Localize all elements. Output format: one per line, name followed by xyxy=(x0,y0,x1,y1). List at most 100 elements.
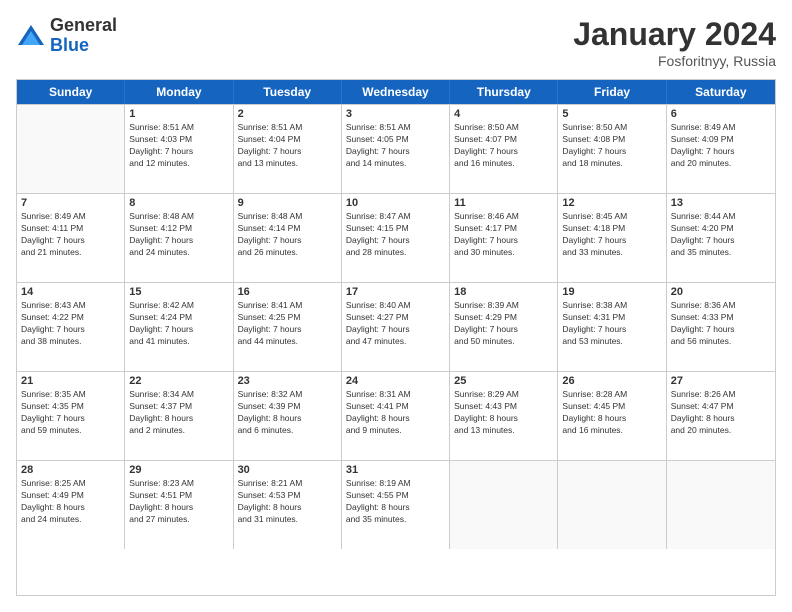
calendar-cell: 4Sunrise: 8:50 AM Sunset: 4:07 PM Daylig… xyxy=(450,105,558,193)
calendar-cell: 10 Sunrise: 8:47 AM Sunset: 4:15 PM Dayli… xyxy=(342,194,450,282)
calendar-cell xyxy=(667,461,775,549)
logo-icon xyxy=(16,21,46,51)
day-info: Sunrise: 8:38 AM Sunset: 4:31 PM Dayligh… xyxy=(562,300,661,348)
calendar-header: SundayMondayTuesdayWednesdayThursdayFrid… xyxy=(17,80,775,104)
day-number: 30 xyxy=(238,464,337,476)
day-number: 24 xyxy=(346,375,445,387)
location: Fosforitnyy, Russia xyxy=(573,53,776,69)
day-info: Sunrise: 8:49 AM Sunset: 4:09 PM Dayligh… xyxy=(671,122,771,170)
day-number: 28 xyxy=(21,464,120,476)
logo-text: General Blue xyxy=(50,16,117,56)
calendar-cell: 2 Sunrise: 8:51 AM Sunset: 4:04 PM Daylig… xyxy=(234,105,342,193)
day-info: Sunrise: 8:42 AM Sunset: 4:24 PM Dayligh… xyxy=(129,300,228,348)
calendar-cell: 24Sunrise: 8:31 AM Sunset: 4:41 PM Dayli… xyxy=(342,372,450,460)
day-number: 7 xyxy=(21,197,120,209)
logo-blue: Blue xyxy=(50,36,117,56)
header-day-wednesday: Wednesday xyxy=(342,80,450,104)
day-info: Sunrise: 8:32 AM Sunset: 4:39 PM Dayligh… xyxy=(238,389,337,437)
calendar-cell: 30 Sunrise: 8:21 AM Sunset: 4:53 PM Dayli… xyxy=(234,461,342,549)
calendar-cell: 13Sunrise: 8:44 AM Sunset: 4:20 PM Dayli… xyxy=(667,194,775,282)
day-info: Sunrise: 8:21 AM Sunset: 4:53 PM Dayligh… xyxy=(238,478,337,526)
day-info: Sunrise: 8:51 AM Sunset: 4:05 PM Dayligh… xyxy=(346,122,445,170)
day-info: Sunrise: 8:35 AM Sunset: 4:35 PM Dayligh… xyxy=(21,389,120,437)
day-number: 25 xyxy=(454,375,553,387)
day-info: Sunrise: 8:49 AM Sunset: 4:11 PM Dayligh… xyxy=(21,211,120,259)
day-info: Sunrise: 8:19 AM Sunset: 4:55 PM Dayligh… xyxy=(346,478,445,526)
title-block: January 2024 Fosforitnyy, Russia xyxy=(573,16,776,69)
calendar-cell: 26 Sunrise: 8:28 AM Sunset: 4:45 PM Dayli… xyxy=(558,372,666,460)
header-day-sunday: Sunday xyxy=(17,80,125,104)
day-number: 1 xyxy=(129,108,228,120)
day-number: 29 xyxy=(129,464,228,476)
day-info: Sunrise: 8:40 AM Sunset: 4:27 PM Dayligh… xyxy=(346,300,445,348)
day-info: Sunrise: 8:25 AM Sunset: 4:49 PM Dayligh… xyxy=(21,478,120,526)
day-info: Sunrise: 8:28 AM Sunset: 4:45 PM Dayligh… xyxy=(562,389,661,437)
day-number: 19 xyxy=(562,286,661,298)
day-info: Sunrise: 8:48 AM Sunset: 4:12 PM Dayligh… xyxy=(129,211,228,259)
day-info: Sunrise: 8:23 AM Sunset: 4:51 PM Dayligh… xyxy=(129,478,228,526)
calendar-cell: 21Sunrise: 8:35 AM Sunset: 4:35 PM Dayli… xyxy=(17,372,125,460)
calendar-cell: 22 Sunrise: 8:34 AM Sunset: 4:37 PM Dayli… xyxy=(125,372,233,460)
calendar-cell: 15 Sunrise: 8:42 AM Sunset: 4:24 PM Dayli… xyxy=(125,283,233,371)
day-number: 15 xyxy=(129,286,228,298)
calendar-cell: 5 Sunrise: 8:50 AM Sunset: 4:08 PM Daylig… xyxy=(558,105,666,193)
calendar-row-4: 21Sunrise: 8:35 AM Sunset: 4:35 PM Dayli… xyxy=(17,371,775,460)
calendar-cell: 29 Sunrise: 8:23 AM Sunset: 4:51 PM Dayli… xyxy=(125,461,233,549)
day-number: 17 xyxy=(346,286,445,298)
day-number: 22 xyxy=(129,375,228,387)
month-title: January 2024 xyxy=(573,16,776,53)
day-info: Sunrise: 8:47 AM Sunset: 4:15 PM Dayligh… xyxy=(346,211,445,259)
day-number: 9 xyxy=(238,197,337,209)
day-info: Sunrise: 8:50 AM Sunset: 4:08 PM Dayligh… xyxy=(562,122,661,170)
day-number: 2 xyxy=(238,108,337,120)
calendar-cell: 14 Sunrise: 8:43 AM Sunset: 4:22 PM Dayli… xyxy=(17,283,125,371)
day-number: 20 xyxy=(671,286,771,298)
day-info: Sunrise: 8:36 AM Sunset: 4:33 PM Dayligh… xyxy=(671,300,771,348)
day-info: Sunrise: 8:34 AM Sunset: 4:37 PM Dayligh… xyxy=(129,389,228,437)
calendar-cell: 28 Sunrise: 8:25 AM Sunset: 4:49 PM Dayli… xyxy=(17,461,125,549)
day-info: Sunrise: 8:48 AM Sunset: 4:14 PM Dayligh… xyxy=(238,211,337,259)
day-number: 16 xyxy=(238,286,337,298)
day-number: 11 xyxy=(454,197,553,209)
calendar-cell: 31 Sunrise: 8:19 AM Sunset: 4:55 PM Dayli… xyxy=(342,461,450,549)
day-number: 12 xyxy=(562,197,661,209)
header-day-friday: Friday xyxy=(558,80,666,104)
day-info: Sunrise: 8:39 AM Sunset: 4:29 PM Dayligh… xyxy=(454,300,553,348)
day-number: 5 xyxy=(562,108,661,120)
day-info: Sunrise: 8:41 AM Sunset: 4:25 PM Dayligh… xyxy=(238,300,337,348)
day-number: 10 xyxy=(346,197,445,209)
day-number: 31 xyxy=(346,464,445,476)
day-info: Sunrise: 8:43 AM Sunset: 4:22 PM Dayligh… xyxy=(21,300,120,348)
day-number: 8 xyxy=(129,197,228,209)
calendar-cell xyxy=(558,461,666,549)
page: General Blue January 2024 Fosforitnyy, R… xyxy=(0,0,792,612)
day-number: 4 xyxy=(454,108,553,120)
calendar-cell: 9 Sunrise: 8:48 AM Sunset: 4:14 PM Daylig… xyxy=(234,194,342,282)
calendar-body: 1Sunrise: 8:51 AM Sunset: 4:03 PM Daylig… xyxy=(17,104,775,549)
header-day-saturday: Saturday xyxy=(667,80,775,104)
header-day-monday: Monday xyxy=(125,80,233,104)
calendar-cell: 18 Sunrise: 8:39 AM Sunset: 4:29 PM Dayli… xyxy=(450,283,558,371)
day-info: Sunrise: 8:51 AM Sunset: 4:04 PM Dayligh… xyxy=(238,122,337,170)
calendar-cell: 16 Sunrise: 8:41 AM Sunset: 4:25 PM Dayli… xyxy=(234,283,342,371)
calendar-cell: 1Sunrise: 8:51 AM Sunset: 4:03 PM Daylig… xyxy=(125,105,233,193)
calendar-cell: 6 Sunrise: 8:49 AM Sunset: 4:09 PM Daylig… xyxy=(667,105,775,193)
calendar-row-1: 1Sunrise: 8:51 AM Sunset: 4:03 PM Daylig… xyxy=(17,104,775,193)
day-number: 6 xyxy=(671,108,771,120)
calendar-cell xyxy=(17,105,125,193)
calendar-cell xyxy=(450,461,558,549)
day-number: 23 xyxy=(238,375,337,387)
day-number: 18 xyxy=(454,286,553,298)
day-number: 27 xyxy=(671,375,771,387)
day-number: 14 xyxy=(21,286,120,298)
header: General Blue January 2024 Fosforitnyy, R… xyxy=(16,16,776,69)
header-day-thursday: Thursday xyxy=(450,80,558,104)
calendar-cell: 17 Sunrise: 8:40 AM Sunset: 4:27 PM Dayli… xyxy=(342,283,450,371)
header-day-tuesday: Tuesday xyxy=(234,80,342,104)
day-number: 26 xyxy=(562,375,661,387)
calendar-cell: 7 Sunrise: 8:49 AM Sunset: 4:11 PM Daylig… xyxy=(17,194,125,282)
day-number: 3 xyxy=(346,108,445,120)
calendar-cell: 23 Sunrise: 8:32 AM Sunset: 4:39 PM Dayli… xyxy=(234,372,342,460)
calendar-cell: 8 Sunrise: 8:48 AM Sunset: 4:12 PM Daylig… xyxy=(125,194,233,282)
day-info: Sunrise: 8:26 AM Sunset: 4:47 PM Dayligh… xyxy=(671,389,771,437)
